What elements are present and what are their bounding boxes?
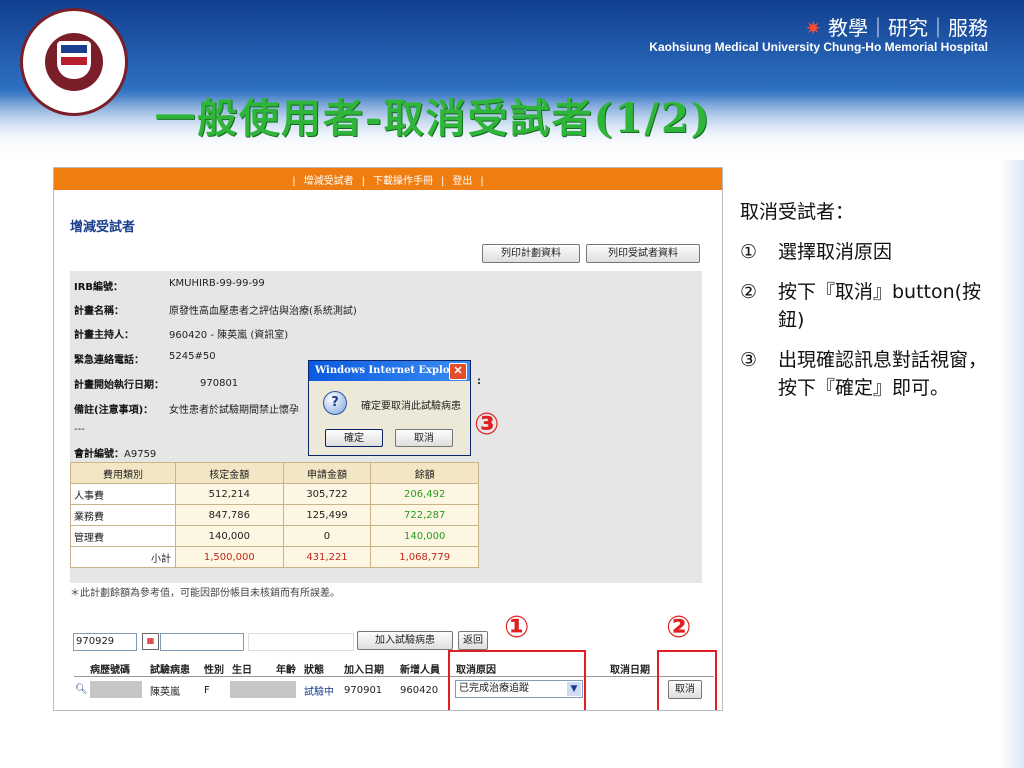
pi-value: 960420 - 陳英嵐 (資訊室) (169, 330, 289, 341)
note-item: ① 選擇取消原因 (740, 241, 893, 263)
phone-value: 5245#50 (169, 351, 216, 362)
table-row: 業務費 847,786 125,499 722,287 (70, 504, 479, 526)
budget-note: ＊此計劃餘額為參考值，可能因部份帳目未核銷而有所誤差。 (70, 588, 340, 599)
annotation-1: ① (504, 610, 530, 645)
app-screenshot: | 增減受試者 | 下載操作手冊 | 登出 | 增減受試者 列印計劃資料 列印受試者資料 I… (53, 167, 723, 711)
redacted-chart-no (90, 681, 142, 698)
patient-gender: F (204, 685, 210, 696)
table-row-subtotal: 小計 1,500,000 431,221 1,068,779 (70, 546, 479, 568)
note-item: ② 按下『取消』button(按鈕) (740, 281, 982, 331)
join-date: 970901 (344, 685, 383, 696)
university-logo (20, 8, 128, 116)
dialog-message: 確定要取消此試驗病患 (361, 401, 461, 412)
print-subject-button[interactable]: 列印受試者資料 (586, 244, 700, 263)
notes-heading: 取消受試者： (740, 201, 855, 223)
account-value: A9759 (124, 449, 157, 460)
note-item: ③ 出現確認訊息對話視窗，按下『確定』即可。 (740, 349, 988, 399)
patient-name: 陳英嵐 (150, 687, 180, 698)
close-icon[interactable]: ✕ (449, 363, 467, 380)
slide-title: 一般使用者-取消受試者(1/2) (155, 95, 712, 142)
nav-download-manual[interactable]: 下載操作手冊 (373, 176, 433, 187)
highlight-box-1 (448, 650, 586, 710)
right-decoration (1000, 160, 1024, 768)
dialog-cancel-button[interactable]: 取消 (395, 429, 453, 447)
highlight-box-2 (657, 650, 717, 710)
star-icon: ✷ (804, 16, 822, 40)
irb-value: KMUHIRB-99-99-99 (169, 278, 265, 289)
annotation-2: ② (666, 610, 692, 645)
nav-logout[interactable]: 登出 (452, 176, 472, 187)
annotation-3: ③ (474, 407, 500, 442)
added-by: 960420 (400, 685, 439, 696)
start-date-value: 970801 (200, 378, 239, 389)
magnifier-icon[interactable]: 🔍︎ (75, 684, 88, 695)
patient-name-input[interactable] (248, 633, 354, 651)
patient-id-input[interactable] (160, 633, 244, 651)
patient-status[interactable]: 試驗中 (304, 683, 334, 698)
date-input[interactable]: 970929 (73, 633, 137, 651)
budget-table: 費用類別 核定金額 申請金額 餘額 人事費 512,214 305,722 20… (70, 462, 479, 568)
remark-value: 女性患者於試驗期間禁止懷孕 (169, 405, 299, 416)
table-row: 人事費 512,214 305,722 206,492 (70, 483, 479, 505)
table-row: 管理費 140,000 0 140,000 (70, 525, 479, 547)
list-divider (74, 676, 714, 677)
calendar-icon[interactable]: ▦ (142, 633, 159, 650)
dialog-title: Windows Internet Explorer ✕ (309, 361, 470, 381)
plan-name-value: 原發性高血壓患者之評估與治療(系統測試) (169, 306, 357, 317)
nav-add-subject[interactable]: 增減受試者 (304, 176, 354, 187)
confirm-dialog: Windows Internet Explorer ✕ ? 確定要取消此試驗病患… (308, 360, 471, 456)
question-icon: ? (323, 391, 347, 415)
instruction-notes: 取消受試者： ① 選擇取消原因 ② 按下『取消』button(按鈕) ③ 出現確認訊息… (740, 198, 990, 414)
print-plan-button[interactable]: 列印計劃資料 (482, 244, 580, 263)
back-button[interactable]: 返回 (458, 631, 488, 650)
redacted-birthday (230, 681, 296, 698)
hospital-subtitle: Kaohsiung Medical University Chung-Ho Me… (649, 40, 988, 54)
tagline: ✷ 教學｜研究｜服務 (804, 16, 988, 40)
top-nav: | 增減受試者 | 下載操作手冊 | 登出 | (292, 176, 484, 187)
add-patient-button[interactable]: 加入試驗病患 (357, 631, 453, 650)
section-title: 增減受試者 (70, 220, 136, 235)
dialog-ok-button[interactable]: 確定 (325, 429, 383, 447)
